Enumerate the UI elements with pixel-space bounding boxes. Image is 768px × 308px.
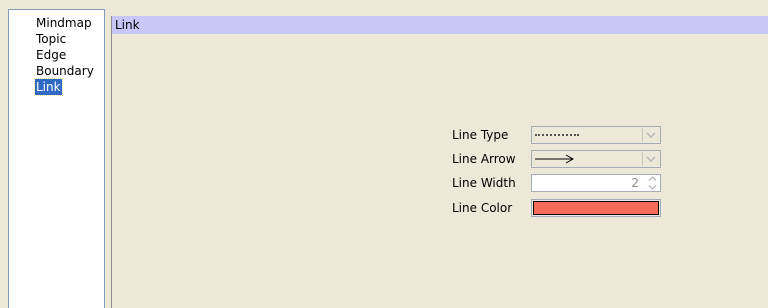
category-item-edge[interactable]: Edge (9, 47, 104, 63)
preferences-window: Mindmap Topic Edge Boundary Link Link Li… (0, 0, 768, 308)
category-item-mindmap[interactable]: Mindmap (9, 15, 104, 31)
line-type-select[interactable] (531, 126, 661, 144)
category-item-label: Edge (36, 48, 67, 62)
line-arrow-select[interactable] (531, 150, 661, 168)
line-width-label: Line Width (452, 176, 516, 190)
category-item-topic[interactable]: Topic (9, 31, 104, 47)
line-color-swatch[interactable] (533, 201, 659, 215)
line-color-label: Line Color (452, 201, 513, 215)
line-type-label: Line Type (452, 128, 509, 142)
line-color-picker[interactable] (531, 199, 661, 217)
category-item-label: Boundary (36, 64, 94, 78)
panel-title: Link (112, 16, 768, 34)
spin-up-icon[interactable] (648, 176, 657, 181)
category-list: Mindmap Topic Edge Boundary Link (8, 9, 105, 308)
dotted-line-icon (535, 127, 638, 143)
chevron-down-icon[interactable] (642, 152, 659, 166)
chevron-down-icon[interactable] (642, 128, 659, 142)
line-width-value[interactable]: 2 (631, 175, 639, 191)
settings-panel: Link Line Type Line Arrow Line Width 2 L… (111, 16, 768, 308)
spin-down-icon[interactable] (648, 185, 657, 190)
line-width-spinner[interactable]: 2 (531, 174, 661, 192)
line-arrow-label: Line Arrow (452, 152, 516, 166)
category-item-label: Mindmap (36, 16, 92, 30)
category-item-label: Link (34, 78, 63, 96)
right-arrow-icon (535, 151, 638, 167)
category-item-link[interactable]: Link (9, 78, 104, 96)
category-item-boundary[interactable]: Boundary (9, 63, 104, 79)
category-item-label: Topic (36, 32, 67, 46)
